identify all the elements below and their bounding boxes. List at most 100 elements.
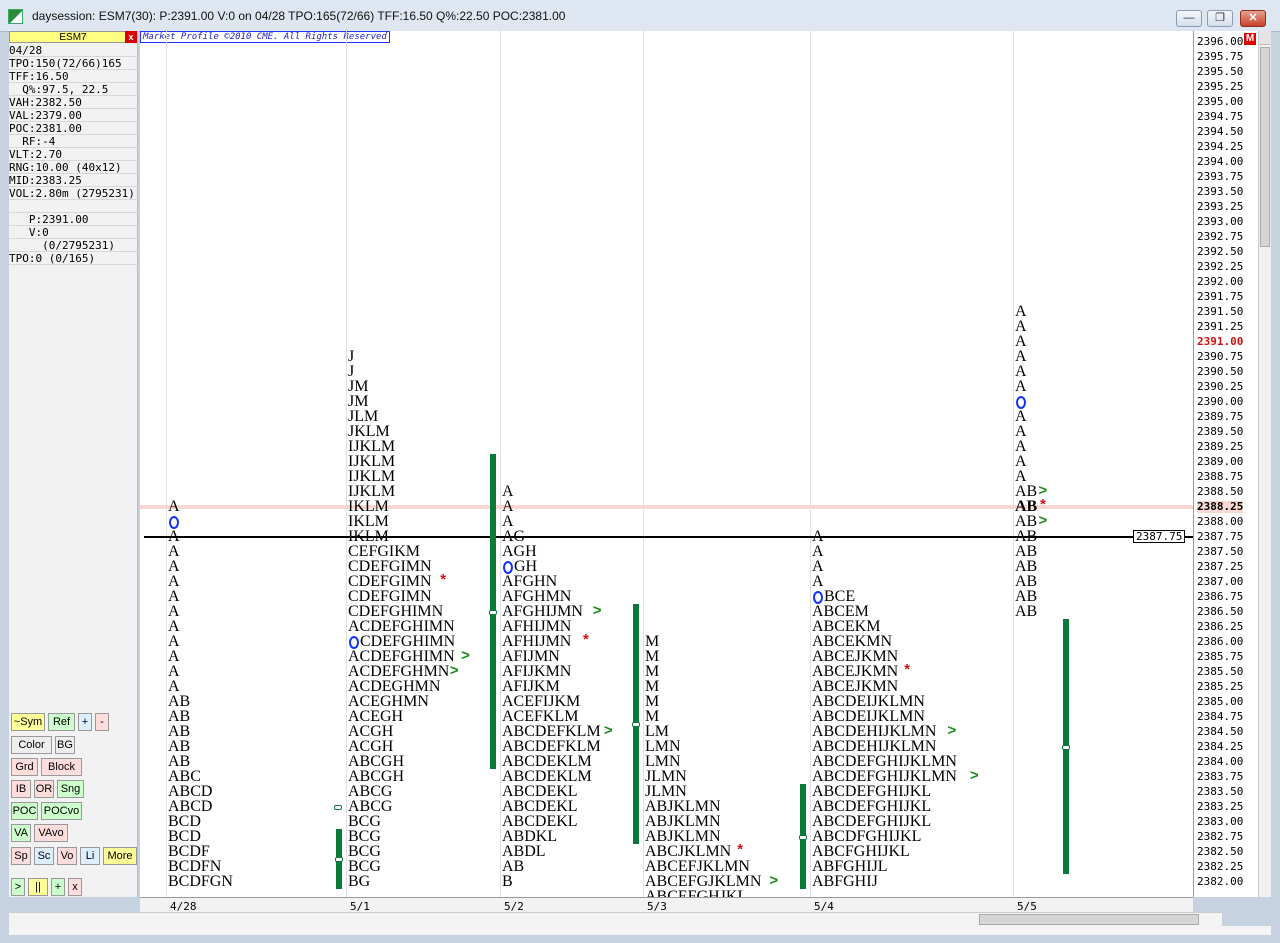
sidebar-button-[interactable]: + — [78, 713, 92, 731]
sidebar-button-VA[interactable]: VA — [11, 824, 31, 842]
sidebar-button-x[interactable]: x — [68, 878, 82, 896]
scroll-thumb[interactable] — [1260, 47, 1270, 247]
tpo-row: A — [502, 513, 514, 530]
tpo-row: AB — [1015, 528, 1038, 545]
sidebar-button-More[interactable]: More — [103, 847, 137, 865]
scroll-up-icon[interactable] — [1259, 31, 1271, 45]
horizontal-scrollbar[interactable] — [9, 912, 1222, 926]
tpo-row: ACEGH — [348, 708, 404, 725]
price-label: 2388.50 — [1197, 485, 1244, 498]
tpo-row: ABCDEFGHIJKL — [812, 783, 932, 800]
price-label: 2391.75 — [1197, 290, 1244, 303]
tpo-row: AB — [1015, 513, 1038, 530]
tpo-row: JLMN — [645, 783, 687, 800]
sidebar-button-Li[interactable]: Li — [80, 847, 100, 865]
tpo-row: ABCDEFKLM — [502, 723, 601, 740]
price-label: 2395.50 — [1197, 65, 1244, 78]
close-button[interactable]: ✕ — [1240, 10, 1266, 27]
tpo-row: A — [168, 603, 180, 620]
ib-midpoint-handle[interactable] — [799, 834, 807, 840]
tpo-row: M — [645, 663, 660, 680]
sidebar-button-Ref[interactable]: Ref — [48, 713, 75, 731]
tpo-row: AFGHN — [502, 573, 558, 590]
tpo-row: JM — [348, 393, 369, 410]
tpo-row: ABC — [168, 768, 201, 785]
tpo-row: AB — [1015, 588, 1038, 605]
price-label: 2387.75 — [1197, 530, 1244, 543]
tpo-row: ABCDEKL — [502, 783, 578, 800]
stat-line: VAH:2382.50 — [9, 96, 138, 109]
tpo-row: A — [168, 558, 180, 575]
m-toggle-button[interactable]: M — [1244, 33, 1256, 45]
sidebar-button-Sym[interactable]: ~Sym — [11, 713, 45, 731]
stat-line: P:2391.00 — [9, 213, 138, 226]
sidebar-button-Sp[interactable]: Sp — [11, 847, 31, 865]
sidebar-button-VAvo[interactable]: VAvo — [34, 824, 68, 842]
tpo-row: AB — [168, 708, 191, 725]
tpo-row: AB — [1015, 483, 1038, 500]
sidebar-button-[interactable]: - — [95, 713, 109, 731]
divider-handle[interactable] — [334, 805, 342, 810]
stat-line: MID:2383.25 — [9, 174, 138, 187]
tpo-row: ABCDEKLM — [502, 768, 592, 785]
price-label: 2393.00 — [1197, 215, 1244, 228]
tpo-row: CDEFGHIMN — [360, 633, 456, 650]
symbol-header[interactable]: ESM7 — [9, 31, 137, 43]
price-label: 2384.00 — [1197, 755, 1244, 768]
tpo-row: BCD — [168, 813, 201, 830]
stat-line: Q%:97.5, 22.5 — [9, 83, 138, 96]
ib-midpoint-handle[interactable] — [1062, 744, 1070, 750]
sidebar-button-IB[interactable]: IB — [11, 780, 31, 798]
tpo-row: ABCDEFGHIJKLMN — [812, 753, 957, 770]
sidebar-button-OR[interactable]: OR — [34, 780, 54, 798]
tpo-row: ABFGHIJ — [812, 873, 878, 890]
sidebar-button-[interactable]: || — [28, 878, 48, 896]
sidebar-button-BG[interactable]: BG — [55, 736, 75, 754]
ib-midpoint-handle[interactable] — [335, 857, 343, 862]
vertical-scrollbar[interactable] — [1258, 31, 1271, 897]
sidebar-button-Color[interactable]: Color — [11, 736, 52, 754]
sidebar-button-[interactable]: + — [51, 878, 65, 896]
price-label: 2394.75 — [1197, 110, 1244, 123]
tpo-row: A — [502, 483, 514, 500]
tpo-row: A — [168, 543, 180, 560]
price-label: 2383.25 — [1197, 800, 1244, 813]
sidebar-button-Sng[interactable]: Sng — [57, 780, 84, 798]
tpo-row: IJKLM — [348, 438, 396, 455]
sidebar-button-Sc[interactable]: Sc — [34, 847, 54, 865]
close-arrow-icon: > — [1038, 513, 1048, 530]
price-label: 2384.25 — [1197, 740, 1244, 753]
tpo-row: ABJKLMN — [645, 813, 721, 830]
tpo-row: ABCD — [168, 798, 213, 815]
tpo-row: ACEFIJKM — [502, 693, 581, 710]
sidebar-button-[interactable]: > — [11, 878, 25, 896]
sidebar-button-Block[interactable]: Block — [41, 758, 82, 776]
market-profile-chart[interactable]: Market Profile ©2010 CME. All Rights Res… — [140, 31, 1193, 897]
restore-button[interactable]: ❐ — [1207, 10, 1233, 27]
tpo-row: ACEGHMN — [348, 693, 429, 710]
tpo-row: ABFGHIJL — [812, 858, 888, 875]
tpo-row: BCG — [348, 858, 381, 875]
tpo-row: M — [645, 708, 660, 725]
sidebar-button-Grd[interactable]: Grd — [11, 758, 38, 776]
tpo-row: AFIJKM — [502, 678, 560, 695]
sidebar-button-Vo[interactable]: Vo — [57, 847, 77, 865]
tpo-row: A — [168, 663, 180, 680]
sidebar-button-POCvo[interactable]: POCvo — [41, 802, 82, 820]
tpo-row: ABCDFGHIJKL — [812, 828, 922, 845]
tpo-row: ABDKL — [502, 828, 558, 845]
tpo-row: ABCG — [348, 798, 393, 815]
hscroll-thumb[interactable] — [979, 914, 1199, 925]
tpo-row: ACGH — [348, 738, 394, 755]
minimize-button[interactable]: — — [1176, 10, 1202, 27]
price-axis: 2396.00 2395.75 2395.50 2395.25 2395.00 2394.… — [1193, 31, 1258, 897]
tpo-row: A — [812, 528, 824, 545]
stat-line: 04/28 — [9, 44, 138, 57]
initial-balance-bar — [632, 604, 640, 844]
sidebar-button-POC[interactable]: POC — [11, 802, 38, 820]
price-label: 2395.00 — [1197, 95, 1244, 108]
ib-midpoint-handle[interactable] — [489, 609, 497, 615]
ib-midpoint-handle[interactable] — [632, 722, 640, 727]
symbol-close-icon[interactable]: x — [125, 31, 137, 43]
price-label: 2392.00 — [1197, 275, 1244, 288]
